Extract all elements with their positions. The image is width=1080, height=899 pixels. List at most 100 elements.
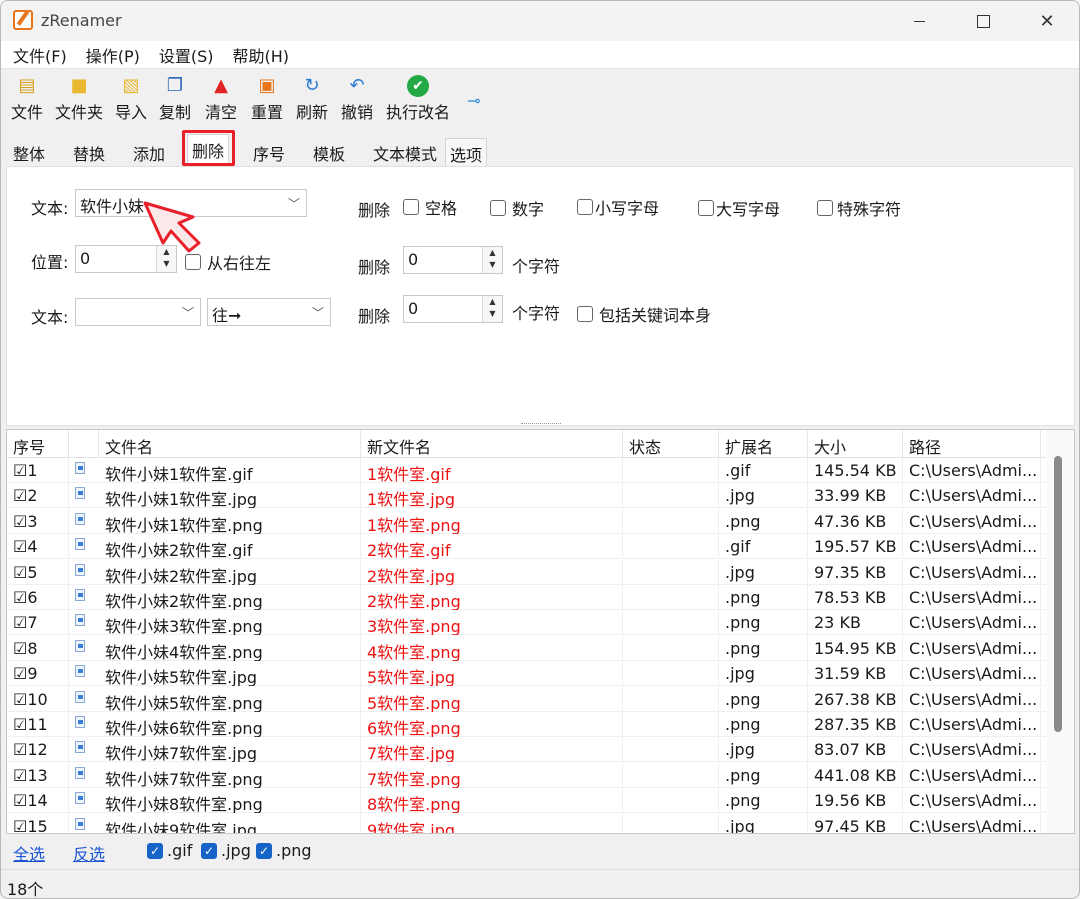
checkbox-box[interactable]: ✓ [201,842,217,859]
direction-combo[interactable]: 往➞ ﹀ [207,298,331,326]
table-row[interactable]: ☑10 软件小妹5软件室.png 5软件室.png .png 267.38 KB C:\U… [7,686,1047,712]
table-row[interactable]: ☑9 软件小妹5软件室.jpg 5软件室.jpg .jpg 31.59 KB C:\Use… [7,661,1047,687]
table-row[interactable]: ☑14 软件小妹8软件室.png 8软件室.png .png 19.56 KB C:\Us… [7,788,1047,814]
row-checkbox[interactable]: ☑ [13,740,27,759]
toolbar-file-button[interactable]: ▤ 文件 [9,75,45,127]
checkbox-box[interactable] [817,200,833,216]
row-checkbox[interactable]: ☑ [13,715,27,734]
header-icon[interactable] [69,430,99,458]
menu-help[interactable]: 帮助(H) [226,43,297,67]
table-row[interactable]: ☑12 软件小妹7软件室.jpg 7软件室.jpg .jpg 83.07 KB C:\Us… [7,737,1047,763]
text2-combo[interactable]: ﹀ [75,298,201,326]
menu-file[interactable]: 文件(F) [6,43,74,67]
row-checkbox[interactable]: ☑ [13,512,27,531]
table-row[interactable]: ☑6 软件小妹2软件室.png 2软件室.png .png 78.53 KB C:\Use… [7,585,1047,610]
row-index: ☑14 [7,788,69,814]
delete-special-checkbox[interactable]: 特殊字符 [817,196,901,220]
header-status[interactable]: 状态 [623,430,719,458]
row-checkbox[interactable]: ☑ [13,766,27,785]
row-checkbox[interactable]: ☑ [13,639,27,658]
checkbox-box[interactable]: ✓ [147,842,163,859]
table-row[interactable]: ☑3 软件小妹1软件室.png 1软件室.png .png 47.36 KB C:\Use… [7,508,1047,534]
menu-settings[interactable]: 设置(S) [152,43,221,67]
vertical-scrollbar[interactable] [1046,430,1074,833]
row-checkbox[interactable]: ☑ [13,817,27,833]
toolbar-clear-button[interactable]: ▲ 清空 [203,75,239,127]
header-index[interactable]: 序号 [7,430,69,458]
ext-jpg-checkbox[interactable]: ✓ .jpg [201,841,251,860]
minimize-button[interactable] [887,1,951,41]
ext-gif-checkbox[interactable]: ✓ .gif [147,841,192,860]
table-row[interactable]: ☑7 软件小妹3软件室.png 3软件室.png .png 23 KB C:\Users\… [7,610,1047,636]
table-row[interactable]: ☑13 软件小妹7软件室.png 7软件室.png .png 441.08 KB C:\U… [7,762,1047,788]
row-number: 8 [27,638,38,658]
toolbar-refresh-button[interactable]: ↻ 刷新 [294,75,330,127]
header-extension[interactable]: 扩展名 [719,430,808,458]
spinner-arrows-icon[interactable]: ▲ ▼ [482,296,502,322]
row-number: 14 [27,791,48,811]
delete-lowercase-checkbox[interactable]: 小写字母 [577,195,659,219]
row-filename: 软件小妹9软件室.jpg [99,813,361,833]
header-new-filename[interactable]: 新文件名 [361,430,623,458]
header-size[interactable]: 大小 [808,430,903,458]
maximize-button[interactable] [951,1,1015,41]
tab-options[interactable]: 选项 [445,138,488,166]
delete-space-checkbox[interactable]: 空格 [403,195,457,219]
table-row[interactable]: ☑2 软件小妹1软件室.jpg 1软件室.jpg .jpg 33.99 KB C:\Use… [7,483,1047,509]
row-path: C:\Users\Admi... [903,635,1041,661]
row-new-filename: 6软件室.png [361,712,623,737]
row-checkbox[interactable]: ☑ [13,537,27,556]
row-checkbox[interactable]: ☑ [13,461,27,480]
toolbar-copy-button[interactable]: ❐ 复制 [157,75,193,127]
tab-template[interactable]: 模板 [309,138,349,166]
table-row[interactable]: ☑11 软件小妹6软件室.png 6软件室.png .png 287.35 KB C:\U… [7,712,1047,737]
row-checkbox[interactable]: ☑ [13,563,27,582]
row-checkbox[interactable]: ☑ [13,664,27,683]
tab-text-mode[interactable]: 文本模式 [369,138,441,166]
toolbar-folder-button[interactable]: ■ 文件夹 [53,75,105,127]
delete-count-spinner-2[interactable]: 0 ▲ ▼ [403,295,503,323]
toolbar-import-button[interactable]: ▧ 导入 [113,75,149,127]
row-size: 154.95 KB [808,635,903,661]
scrollbar-thumb[interactable] [1054,456,1062,732]
checkbox-box[interactable] [490,200,506,216]
table-row[interactable]: ☑5 软件小妹2软件室.jpg 2软件室.jpg .jpg 97.35 KB C:\Use… [7,559,1047,585]
tab-sequence[interactable]: 序号 [249,138,289,166]
tab-overall[interactable]: 整体 [9,138,49,166]
include-keyword-checkbox[interactable]: 包括关键词本身 [577,302,711,326]
tab-replace[interactable]: 替换 [69,138,109,166]
header-path[interactable]: 路径 [903,430,1041,458]
tab-add[interactable]: 添加 [129,138,169,166]
menu-operate[interactable]: 操作(P) [79,43,147,67]
table-row[interactable]: ☑1 软件小妹1软件室.gif 1软件室.gif .gif 145.54 KB C:\Us… [7,458,1047,483]
select-all-link[interactable]: 全选 [13,841,45,865]
pin-icon[interactable]: ⊸ [467,91,480,110]
invert-selection-link[interactable]: 反选 [73,841,105,865]
checkbox-box[interactable] [403,199,419,215]
panel-splitter[interactable] [521,423,561,427]
row-checkbox[interactable]: ☑ [13,791,27,810]
row-checkbox[interactable]: ☑ [13,690,27,709]
checkbox-box[interactable]: ✓ [256,842,272,859]
ext-png-checkbox[interactable]: ✓ .png [256,841,312,860]
table-row[interactable]: ☑8 软件小妹4软件室.png 4软件室.png .png 154.95 KB C:\Us… [7,635,1047,661]
delete-count-spinner-1[interactable]: 0 ▲ ▼ [403,246,503,274]
toolbar-execute-rename-button[interactable]: ✔ 执行改名 [384,75,452,127]
toolbar-undo-button[interactable]: ↶ 撤销 [339,75,375,127]
checkbox-box[interactable] [577,199,593,215]
row-checkbox[interactable]: ☑ [13,486,27,505]
row-path: C:\Users\Admi... [903,483,1041,509]
header-filename[interactable]: 文件名 [99,430,361,458]
table-row[interactable]: ☑15 软件小妹9软件室.jpg 9软件室.jpg .jpg 97.45 KB C:\Us… [7,813,1047,833]
spinner-arrows-icon[interactable]: ▲ ▼ [482,247,502,273]
close-button[interactable]: ✕ [1015,1,1079,41]
delete-uppercase-checkbox[interactable]: 大写字母 [698,196,780,220]
toolbar-reset-button[interactable]: ▣ 重置 [249,75,285,127]
table-row[interactable]: ☑4 软件小妹2软件室.gif 2软件室.gif .gif 195.57 KB C:\Us… [7,534,1047,560]
checkbox-box[interactable] [698,200,714,216]
checkbox-box[interactable] [577,306,593,322]
delete-digits-checkbox[interactable]: 数字 [490,196,544,220]
row-checkbox[interactable]: ☑ [13,613,27,632]
row-checkbox[interactable]: ☑ [13,588,27,607]
row-status [623,559,719,585]
